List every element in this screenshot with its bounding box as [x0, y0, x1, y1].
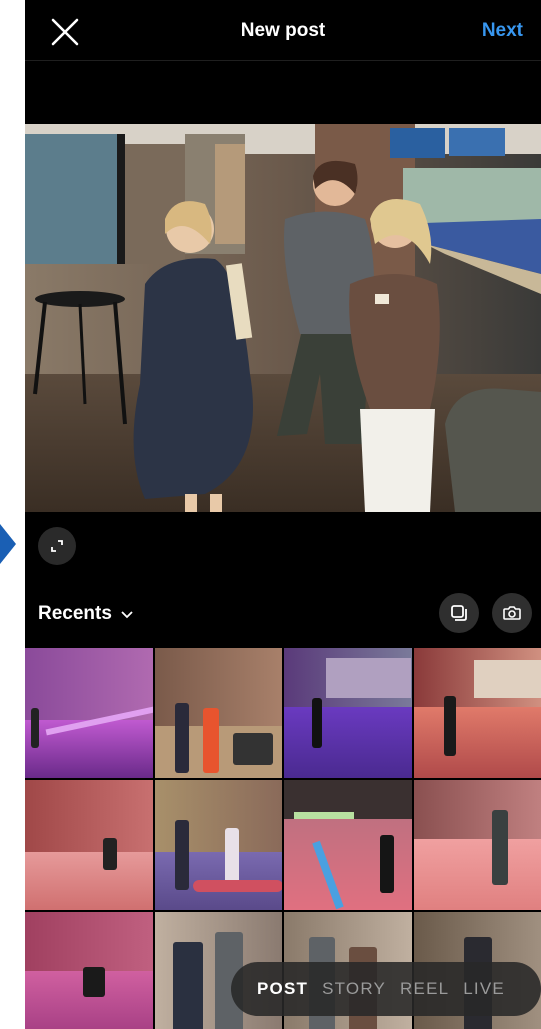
mode-reel[interactable]: REEL: [400, 979, 449, 999]
header-divider: [25, 60, 541, 61]
mode-live[interactable]: LIVE: [463, 979, 505, 999]
grid-thumbnail[interactable]: [25, 912, 153, 1029]
selected-photo-preview[interactable]: [25, 124, 541, 512]
next-button[interactable]: Next: [482, 20, 523, 42]
expand-button[interactable]: [38, 527, 76, 565]
chevron-down-icon: [121, 611, 133, 619]
album-label: Recents: [38, 603, 112, 624]
top-bar: New post Next: [25, 0, 541, 62]
preview-image: [25, 124, 541, 512]
page-title: New post: [240, 20, 326, 41]
grid-thumbnail[interactable]: [25, 780, 153, 910]
grid-thumbnail[interactable]: [413, 780, 541, 910]
mode-switcher: POST STORY REEL LIVE: [231, 962, 541, 1016]
grid-thumbnail[interactable]: [154, 648, 282, 778]
album-selector[interactable]: Recents: [38, 603, 134, 625]
grid-thumbnail[interactable]: [154, 780, 282, 910]
grid-thumbnail[interactable]: [413, 648, 541, 778]
camera-button[interactable]: [492, 593, 532, 633]
grid-thumbnail[interactable]: [284, 648, 412, 778]
pointer-arrow-icon: [0, 524, 16, 564]
camera-icon: [503, 606, 521, 620]
multi-select-button[interactable]: [439, 593, 479, 633]
mode-story[interactable]: STORY: [322, 979, 386, 999]
expand-icon: [51, 540, 63, 552]
mode-post[interactable]: POST: [257, 979, 308, 999]
multi-select-icon: [451, 605, 467, 621]
grid-thumbnail[interactable]: [284, 780, 412, 910]
new-post-screen: New post Next Recents POST STORY REEL LI…: [25, 0, 541, 1029]
grid-thumbnail[interactable]: [25, 648, 153, 778]
